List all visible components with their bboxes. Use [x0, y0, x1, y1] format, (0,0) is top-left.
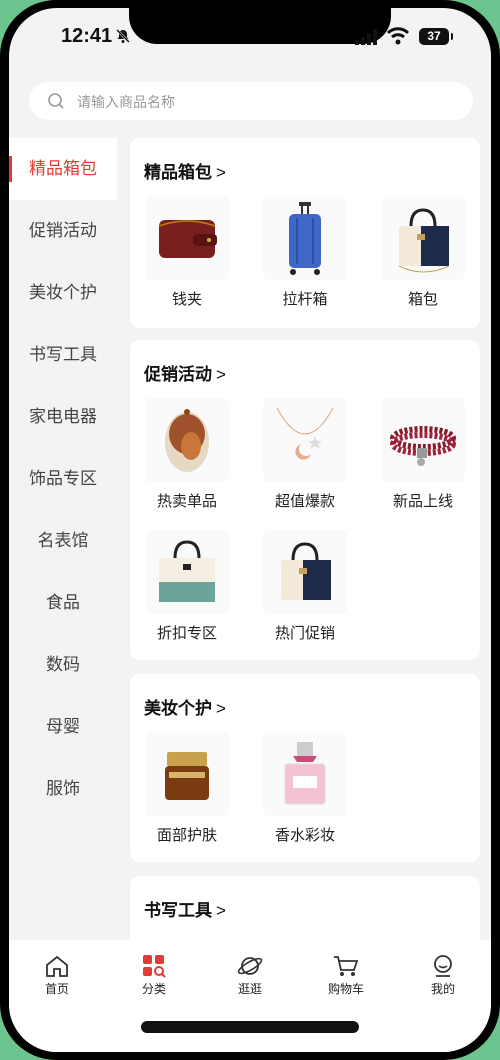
- tab-cart[interactable]: 购物车: [316, 954, 376, 997]
- tab-category[interactable]: 分类: [124, 954, 184, 997]
- battery-indicator: 37: [419, 28, 453, 45]
- wifi-icon: [387, 27, 409, 45]
- user-icon: [434, 955, 452, 977]
- status-time: 12:41: [61, 25, 113, 47]
- sidebar-item-bags[interactable]: 精品箱包: [9, 138, 117, 200]
- sidebar-item-writing[interactable]: 书写工具: [9, 324, 117, 386]
- chevron-right-icon: >: [216, 699, 226, 718]
- wallet-image: [145, 196, 229, 280]
- category-item-luggage[interactable]: 拉杆箱: [260, 196, 350, 309]
- handbag-image: [381, 196, 465, 280]
- section-card-promotions: 促销活动 > 热卖单品 超值爆款 新品上线 折扣专区 热门促销: [130, 340, 480, 660]
- bell-muted-icon: [116, 29, 130, 43]
- perfume-bottle-image: [263, 732, 347, 816]
- category-item-handbag[interactable]: 箱包: [378, 196, 468, 309]
- planet-icon: [237, 957, 263, 975]
- chevron-right-icon: >: [216, 365, 226, 384]
- item-label: 香水彩妆: [274, 827, 335, 844]
- search-icon: [48, 93, 64, 109]
- section-title-text: 书写工具: [144, 901, 212, 920]
- tab-label: 逛逛: [237, 982, 262, 996]
- teal-handbag-image: [145, 530, 229, 614]
- sidebar-item-digital[interactable]: 数码: [9, 634, 117, 696]
- chevron-right-icon: >: [216, 901, 226, 920]
- sidebar-item-beauty[interactable]: 美妆个护: [9, 262, 117, 324]
- necklace-image: [263, 398, 347, 482]
- item-label: 热门促销: [274, 625, 335, 642]
- app-screen: 12:41 37 请输入商品名称 精品箱包 促销活动 美妆个护 书写工具 家电电…: [9, 8, 491, 1052]
- tab-browse[interactable]: 逛逛: [220, 954, 280, 997]
- category-item-skincare[interactable]: 面部护肤: [142, 732, 232, 845]
- category-icon: [143, 955, 166, 978]
- item-label: 超值爆款: [274, 493, 335, 510]
- bead-bracelet-image: [381, 398, 465, 482]
- navy-handbag-image: [263, 530, 347, 614]
- section-title-text: 精品箱包: [144, 163, 212, 182]
- sidebar-item-watches[interactable]: 名表馆: [9, 510, 117, 572]
- jade-pendant-image: [145, 398, 229, 482]
- sidebar-item-promotions[interactable]: 促销活动: [9, 200, 117, 262]
- section-title-text: 美妆个护: [144, 699, 212, 718]
- category-item-wallet[interactable]: 钱夹: [142, 196, 232, 309]
- search-bar[interactable]: 请输入商品名称: [29, 82, 473, 120]
- sidebar-item-clothing[interactable]: 服饰: [9, 758, 117, 820]
- category-item-hot-sale[interactable]: 热卖单品: [142, 398, 232, 511]
- item-label: 折扣专区: [156, 625, 217, 642]
- section-title[interactable]: 精品箱包 >: [144, 158, 226, 183]
- category-item-new-arrivals[interactable]: 新品上线: [378, 398, 468, 511]
- bottom-tab-bar: 首页 分类 逛逛 购物车 我的: [9, 940, 491, 1052]
- section-card-beauty: 美妆个护 > 面部护肤 香水彩妆: [130, 674, 480, 862]
- category-item-super-deals[interactable]: 超值爆款: [260, 398, 350, 511]
- luggage-image: [263, 196, 347, 280]
- section-title[interactable]: 美妆个护 >: [144, 694, 226, 719]
- phone-frame: 12:41 37 请输入商品名称 精品箱包 促销活动 美妆个护 书写工具 家电电…: [0, 0, 500, 1060]
- tab-home[interactable]: 首页: [27, 954, 87, 997]
- search-placeholder: 请输入商品名称: [77, 94, 175, 110]
- item-label: 面部护肤: [156, 827, 217, 844]
- category-item-perfume[interactable]: 香水彩妆: [260, 732, 350, 845]
- home-icon: [46, 955, 68, 977]
- tab-label: 购物车: [327, 982, 364, 996]
- chevron-right-icon: >: [216, 163, 226, 182]
- category-item-hot-promotions[interactable]: 热门促销: [260, 530, 350, 643]
- category-item-discounts[interactable]: 折扣专区: [142, 530, 232, 643]
- section-title-text: 促销活动: [144, 365, 212, 384]
- section-card-bags: 精品箱包 > 钱夹 拉杆箱 箱包: [130, 138, 480, 328]
- item-label: 拉杆箱: [282, 291, 328, 308]
- home-indicator[interactable]: [141, 1021, 359, 1033]
- tab-label: 分类: [141, 982, 166, 996]
- sidebar-item-jewelry[interactable]: 饰品专区: [9, 448, 117, 510]
- section-title[interactable]: 书写工具 >: [144, 896, 226, 921]
- sidebar-item-appliances[interactable]: 家电电器: [9, 386, 117, 448]
- sidebar-item-baby[interactable]: 母婴: [9, 696, 117, 758]
- category-sidebar: 精品箱包 促销活动 美妆个护 书写工具 家电电器 饰品专区 名表馆 食品 数码 …: [9, 138, 117, 958]
- skincare-jar-image: [145, 732, 229, 816]
- cart-icon: [334, 956, 359, 976]
- item-label: 钱夹: [171, 291, 202, 308]
- notch: [129, 8, 391, 44]
- signal-icon: [355, 29, 377, 45]
- item-label: 箱包: [407, 291, 438, 308]
- section-title[interactable]: 促销活动 >: [144, 360, 226, 385]
- item-label: 热卖单品: [156, 493, 217, 510]
- sidebar-item-food[interactable]: 食品: [9, 572, 117, 634]
- item-label: 新品上线: [392, 493, 453, 510]
- tab-label: 首页: [44, 982, 69, 996]
- tab-mine[interactable]: 我的: [413, 954, 473, 997]
- tab-label: 我的: [430, 982, 455, 996]
